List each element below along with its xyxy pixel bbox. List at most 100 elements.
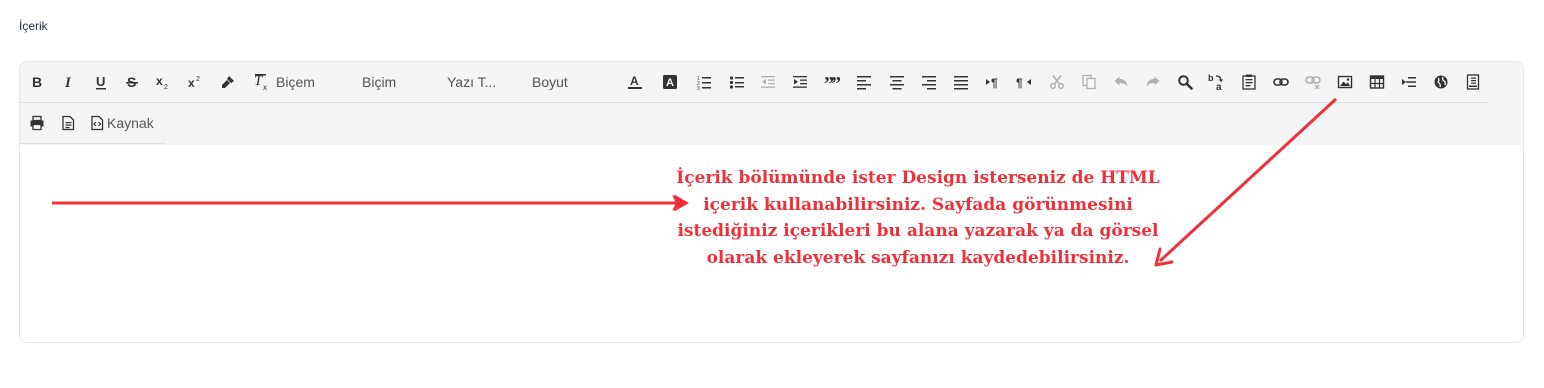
size-combo[interactable]: Boyut xyxy=(532,69,612,95)
replace-button[interactable]: ba xyxy=(1204,69,1230,95)
replace-icon: ba xyxy=(1208,73,1226,91)
toolbar-row-1: B I U S x2 x2 Tx Biçem Bi xyxy=(20,62,1488,103)
bold-icon: B xyxy=(29,74,45,90)
editor-toolbar: B I U S x2 x2 Tx Biçem Bi xyxy=(20,62,1523,145)
svg-text:A: A xyxy=(630,74,639,88)
numbered-list-icon: 123 xyxy=(696,74,712,90)
format-combo[interactable]: Biçim xyxy=(362,69,442,95)
text-color-button[interactable]: A xyxy=(622,69,648,95)
subscript-icon: x2 xyxy=(154,74,172,90)
iframe-icon xyxy=(1433,74,1449,90)
svg-text:x: x xyxy=(188,76,195,90)
redo-icon xyxy=(1145,74,1161,90)
unlink-button[interactable] xyxy=(1300,69,1326,95)
insert-indent-button[interactable] xyxy=(1396,69,1422,95)
blockquote-button[interactable]: ”” xyxy=(819,69,845,95)
strikethrough-button[interactable]: S xyxy=(119,69,145,95)
numbered-list-button[interactable]: 123 xyxy=(691,69,717,95)
new-page-button[interactable] xyxy=(55,110,81,136)
rtl-icon: ¶ xyxy=(1016,74,1032,90)
page-break-icon xyxy=(1465,74,1481,90)
increase-indent-button[interactable] xyxy=(787,69,813,95)
align-left-button[interactable] xyxy=(851,69,877,95)
align-right-button[interactable] xyxy=(916,69,942,95)
decrease-indent-icon xyxy=(760,74,776,90)
strikethrough-icon: S xyxy=(124,74,140,90)
ltr-button[interactable]: ¶ xyxy=(980,69,1006,95)
copy-icon xyxy=(1081,74,1097,90)
underline-icon: U xyxy=(93,74,109,90)
svg-text:U: U xyxy=(96,74,105,89)
insert-indent-icon xyxy=(1401,74,1417,90)
align-center-icon xyxy=(889,74,905,90)
source-icon xyxy=(90,115,104,131)
format-combo-label: Biçim xyxy=(362,74,397,90)
bulleted-list-button[interactable] xyxy=(724,69,750,95)
source-button[interactable]: Kaynak xyxy=(90,110,154,136)
align-left-icon xyxy=(856,74,872,90)
justify-button[interactable] xyxy=(948,69,974,95)
italic-icon: I xyxy=(60,74,76,90)
bold-button[interactable]: B xyxy=(24,69,50,95)
link-button[interactable] xyxy=(1268,69,1294,95)
undo-icon xyxy=(1113,74,1129,90)
svg-text:b: b xyxy=(1208,73,1214,83)
svg-text:x: x xyxy=(263,83,267,91)
underline-button[interactable]: U xyxy=(88,69,114,95)
bulleted-list-icon xyxy=(729,74,745,90)
rtl-button[interactable]: ¶ xyxy=(1011,69,1037,95)
remove-format-button[interactable]: Tx xyxy=(248,69,274,95)
svg-text:¶: ¶ xyxy=(991,76,998,90)
iframe-button[interactable] xyxy=(1428,69,1454,95)
image-button[interactable] xyxy=(1332,69,1358,95)
align-center-button[interactable] xyxy=(884,69,910,95)
print-icon xyxy=(29,115,45,131)
copy-button[interactable] xyxy=(1076,69,1102,95)
svg-text:”: ” xyxy=(831,74,840,90)
superscript-icon: x2 xyxy=(186,74,204,90)
undo-button[interactable] xyxy=(1108,69,1134,95)
source-button-label: Kaynak xyxy=(107,115,154,131)
style-combo-label: Biçem xyxy=(276,74,315,90)
print-button[interactable] xyxy=(24,110,50,136)
align-right-icon xyxy=(921,74,937,90)
table-button[interactable] xyxy=(1364,69,1390,95)
blockquote-icon: ”” xyxy=(824,74,840,90)
superscript-button[interactable]: x2 xyxy=(182,69,208,95)
paste-text-icon xyxy=(1241,74,1257,90)
svg-text:x: x xyxy=(156,74,163,88)
text-color-icon: A xyxy=(627,74,643,90)
style-combo[interactable]: Biçem xyxy=(276,69,356,95)
increase-indent-icon xyxy=(792,74,808,90)
font-combo-label: Yazı T... xyxy=(447,74,497,90)
new-page-icon xyxy=(60,115,76,131)
annotation-text: İçerik bölümünde ister Design isterseniz… xyxy=(676,168,1160,268)
paste-text-button[interactable] xyxy=(1236,69,1262,95)
link-icon xyxy=(1273,74,1289,90)
table-icon xyxy=(1369,74,1385,90)
unlink-icon xyxy=(1305,74,1321,90)
image-icon xyxy=(1337,74,1353,90)
find-icon xyxy=(1177,74,1193,90)
svg-text:B: B xyxy=(32,74,42,90)
ltr-icon: ¶ xyxy=(985,74,1001,90)
italic-button[interactable]: I xyxy=(55,69,81,95)
decrease-indent-button[interactable] xyxy=(755,69,781,95)
cut-button[interactable] xyxy=(1044,69,1070,95)
redo-button[interactable] xyxy=(1140,69,1166,95)
copy-format-button[interactable] xyxy=(215,69,241,95)
cut-icon xyxy=(1049,74,1065,90)
background-color-button[interactable]: A xyxy=(657,69,683,95)
svg-text:2: 2 xyxy=(164,84,168,90)
page-break-button[interactable] xyxy=(1460,69,1486,95)
justify-icon xyxy=(953,74,969,90)
subscript-button[interactable]: x2 xyxy=(150,69,176,95)
size-combo-label: Boyut xyxy=(532,74,568,90)
find-button[interactable] xyxy=(1172,69,1198,95)
svg-text:¶: ¶ xyxy=(1016,76,1023,90)
remove-format-icon: Tx xyxy=(252,73,270,91)
svg-text:2: 2 xyxy=(196,76,200,83)
copy-format-icon xyxy=(220,74,236,90)
svg-text:I: I xyxy=(64,75,72,90)
font-combo[interactable]: Yazı T... xyxy=(447,69,527,95)
